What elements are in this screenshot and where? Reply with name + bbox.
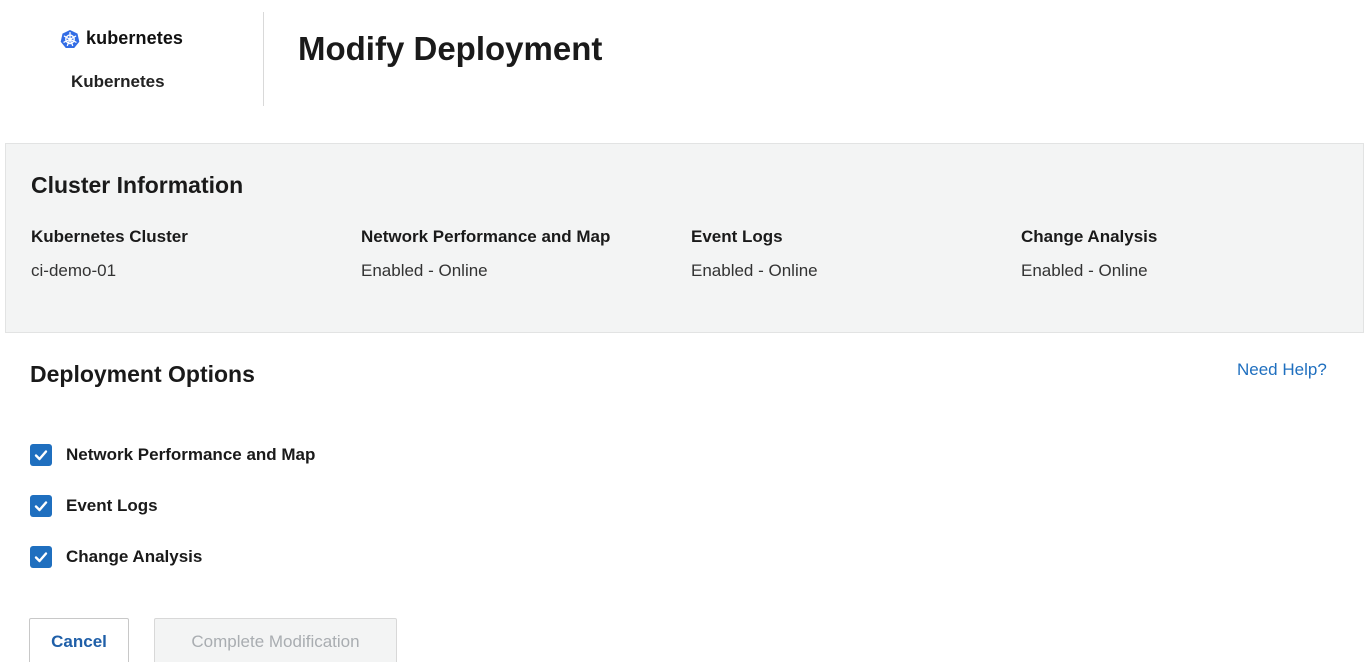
checkbox-checked[interactable] xyxy=(30,444,52,466)
complete-modification-button[interactable]: Complete Modification xyxy=(154,618,397,662)
brand-block: kubernetes Kubernetes xyxy=(28,12,264,106)
checkmark-icon xyxy=(34,501,48,512)
brand-logo-text: kubernetes xyxy=(86,28,184,48)
brand-name: Kubernetes xyxy=(71,72,165,91)
kubernetes-icon xyxy=(60,29,80,49)
checkmark-icon xyxy=(34,450,48,461)
info-value: Enabled - Online xyxy=(361,261,488,280)
cluster-information-panel: Cluster Information Kubernetes Cluster c… xyxy=(5,143,1364,333)
option-network-performance[interactable]: Network Performance and Map xyxy=(30,444,315,466)
option-event-logs[interactable]: Event Logs xyxy=(30,495,158,517)
info-event-logs: Event Logs Enabled - Online xyxy=(691,227,818,281)
option-label: Change Analysis xyxy=(66,547,203,566)
need-help-link[interactable]: Need Help? xyxy=(1237,360,1327,380)
option-change-analysis[interactable]: Change Analysis xyxy=(30,546,202,568)
info-change-analysis: Change Analysis Enabled - Online xyxy=(1021,227,1157,281)
cluster-information-title: Cluster Information xyxy=(31,172,244,198)
info-network-performance: Network Performance and Map Enabled - On… xyxy=(361,227,610,281)
checkbox-checked[interactable] xyxy=(30,546,52,568)
info-label: Network Performance and Map xyxy=(361,227,611,246)
page-title: Modify Deployment xyxy=(298,30,603,67)
info-label: Change Analysis xyxy=(1021,227,1158,246)
option-label: Event Logs xyxy=(66,496,158,515)
kubernetes-logo: kubernetes xyxy=(60,28,183,49)
checkmark-icon xyxy=(34,552,48,563)
info-value: Enabled - Online xyxy=(691,261,818,280)
option-label: Network Performance and Map xyxy=(66,445,316,464)
deployment-options-title: Deployment Options xyxy=(30,361,255,387)
info-label: Kubernetes Cluster xyxy=(31,227,188,246)
info-label: Event Logs xyxy=(691,227,783,246)
info-value: Enabled - Online xyxy=(1021,261,1148,280)
info-kubernetes-cluster: Kubernetes Cluster ci-demo-01 xyxy=(31,227,188,281)
info-value: ci-demo-01 xyxy=(31,261,117,280)
checkbox-checked[interactable] xyxy=(30,495,52,517)
cancel-button[interactable]: Cancel xyxy=(29,618,129,662)
page-header: kubernetes Kubernetes Modify Deployment xyxy=(0,0,1367,115)
